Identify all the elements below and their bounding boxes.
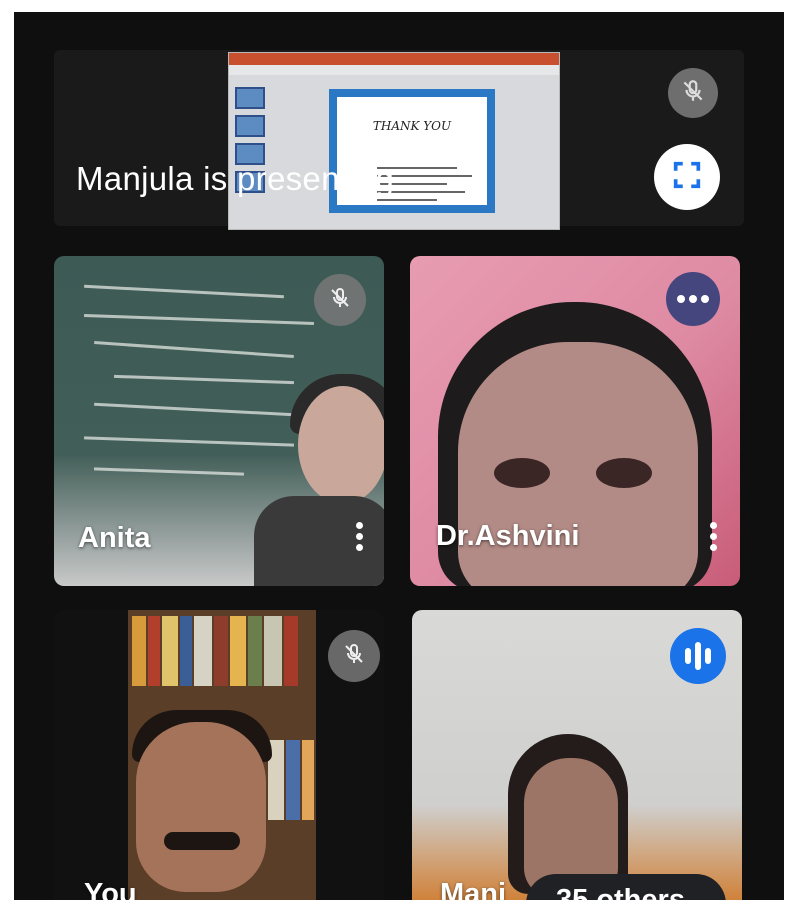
more-options-icon[interactable] bbox=[354, 518, 364, 555]
participant-tile-anita[interactable]: Anita bbox=[54, 256, 384, 586]
fullscreen-icon bbox=[670, 158, 704, 197]
slide-menubar bbox=[229, 65, 559, 75]
participant-tile-ashvini[interactable]: Dr.Ashvini bbox=[410, 256, 740, 586]
mic-off-icon bbox=[680, 78, 706, 109]
anita-mic-off-button[interactable] bbox=[314, 274, 366, 326]
more-options-button[interactable] bbox=[666, 272, 720, 326]
participant-name: You bbox=[84, 878, 137, 900]
participant-tile-manj[interactable]: Manj bbox=[412, 610, 742, 900]
speaking-icon bbox=[685, 648, 691, 664]
more-options-icon[interactable] bbox=[708, 518, 718, 555]
presenting-label: Manjula is presenting bbox=[76, 160, 395, 197]
mic-off-icon bbox=[342, 642, 366, 671]
shared-slide-preview[interactable]: THANK YOU bbox=[228, 52, 560, 230]
participant-name: Dr.Ashvini bbox=[436, 520, 580, 552]
participant-tile-you[interactable]: You bbox=[54, 610, 384, 900]
fullscreen-button[interactable] bbox=[654, 144, 720, 210]
participant-name: Manj bbox=[440, 878, 507, 900]
others-pill[interactable]: 35 others bbox=[526, 874, 726, 900]
presenter-mic-off-button[interactable] bbox=[668, 68, 718, 118]
participant-name: Anita bbox=[78, 522, 151, 554]
you-mic-off-button[interactable] bbox=[328, 630, 380, 682]
slide-title-bar bbox=[229, 53, 559, 65]
speaking-indicator bbox=[670, 628, 726, 684]
slide-title: THANK YOU bbox=[372, 119, 452, 133]
meeting-frame: THANK YOU Manjula is presenting Anita Dr… bbox=[14, 12, 784, 900]
mic-off-icon bbox=[328, 286, 352, 315]
more-options-icon bbox=[677, 295, 685, 303]
